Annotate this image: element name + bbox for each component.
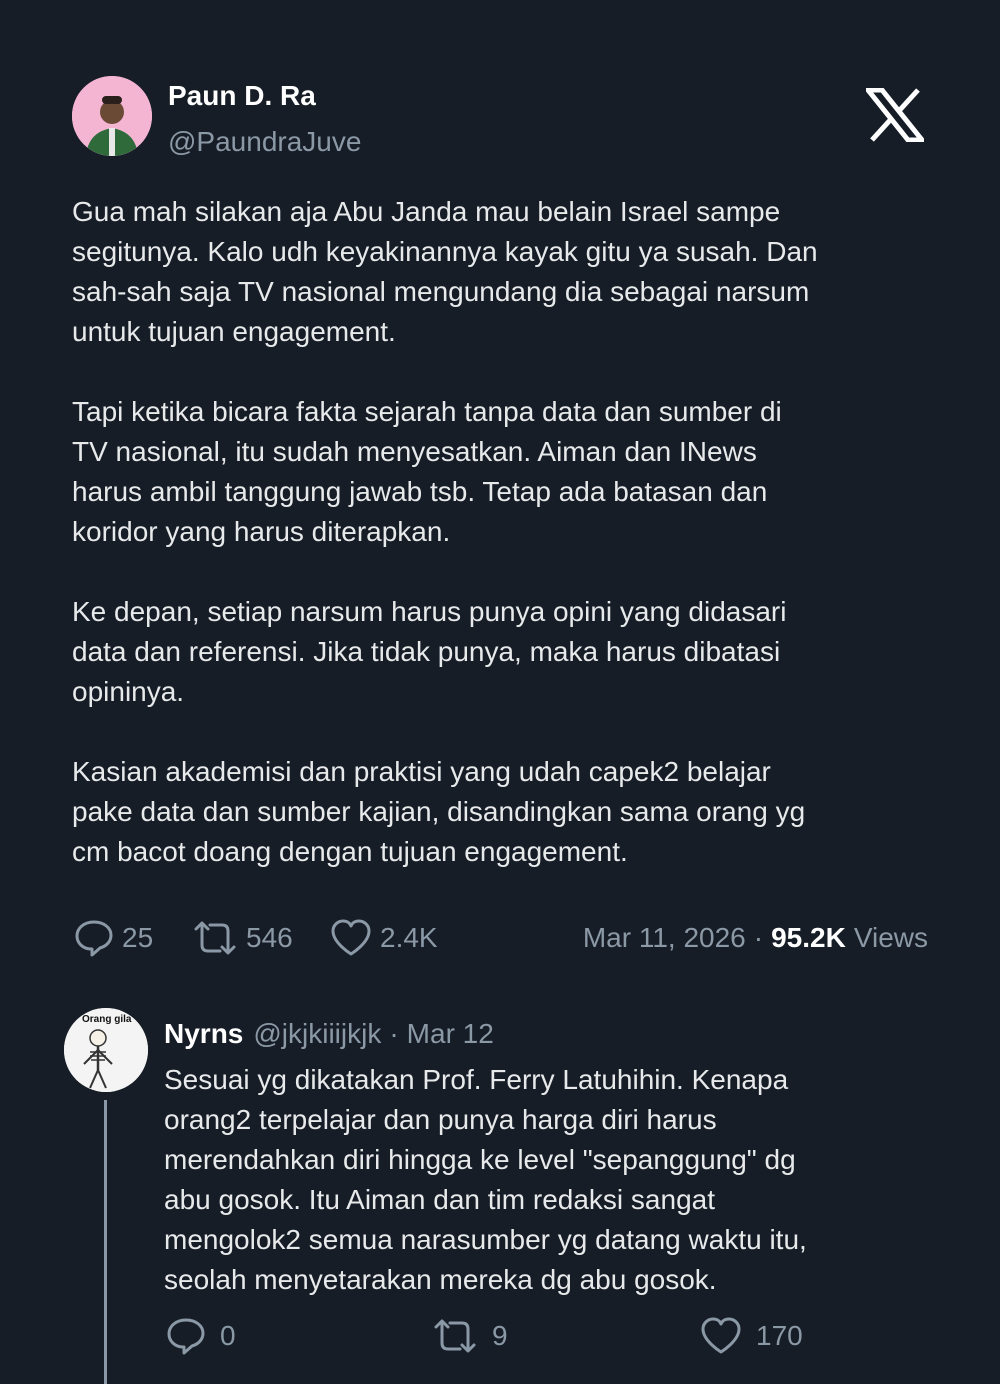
- reply-icon: [75, 920, 113, 957]
- author-avatar[interactable]: [72, 76, 152, 156]
- thread-connector-line: [104, 1100, 107, 1384]
- tweet-text: Gua mah silakan aja Abu Janda mau belain…: [72, 196, 818, 867]
- meta-separator: ·: [753, 922, 764, 953]
- reply-reply-button[interactable]: 0: [166, 1314, 236, 1358]
- reply-count: 25: [122, 922, 154, 953]
- repost-count: 546: [246, 922, 293, 953]
- repost-icon: [194, 921, 236, 955]
- avatar-caption: Orang gila: [82, 1014, 132, 1025]
- like-icon: [331, 919, 371, 956]
- reply-reply-count: 0: [220, 1320, 236, 1351]
- views-count: 95.2K: [771, 922, 846, 953]
- repost-icon: [434, 1319, 476, 1353]
- like-count: 2.4K: [380, 922, 438, 953]
- x-logo-icon[interactable]: [862, 87, 928, 143]
- author-name[interactable]: Paun D. Ra: [168, 80, 316, 112]
- tweet-date[interactable]: Mar 11, 2026: [583, 922, 746, 954]
- like-button[interactable]: 2.4K: [330, 916, 438, 960]
- person-avatar-icon: [72, 76, 152, 156]
- author-handle[interactable]: @PaundraJuve: [168, 126, 361, 158]
- views-label: Views: [853, 922, 928, 953]
- reply-date[interactable]: Mar 12: [407, 1018, 494, 1050]
- reply-text: Sesuai yg dikatakan Prof. Ferry Latuhihi…: [164, 1064, 807, 1295]
- reply-button[interactable]: 25: [74, 916, 153, 960]
- reply-like-button[interactable]: 170: [700, 1314, 803, 1358]
- reply-author-avatar[interactable]: Orang gila: [64, 1008, 148, 1092]
- reply-header: Nyrns @jkjkiiijkjk · Mar 12: [164, 1014, 494, 1054]
- reply-icon: [167, 1318, 205, 1355]
- reply-author-handle[interactable]: @jkjkiiijkjk: [253, 1018, 381, 1050]
- reply-author-name[interactable]: Nyrns: [164, 1018, 243, 1050]
- like-icon: [701, 1317, 741, 1354]
- reply-like-count: 170: [756, 1320, 803, 1351]
- skeleton-avatar-icon: Orang gila: [64, 1008, 148, 1092]
- reply-repost-count: 9: [492, 1320, 508, 1351]
- repost-button[interactable]: 546: [192, 916, 293, 960]
- reply-separator: ·: [389, 1018, 399, 1049]
- tweet-meta: Mar 11, 2026 · 95.2K Views: [583, 916, 928, 960]
- reply-repost-button[interactable]: 9: [432, 1314, 508, 1358]
